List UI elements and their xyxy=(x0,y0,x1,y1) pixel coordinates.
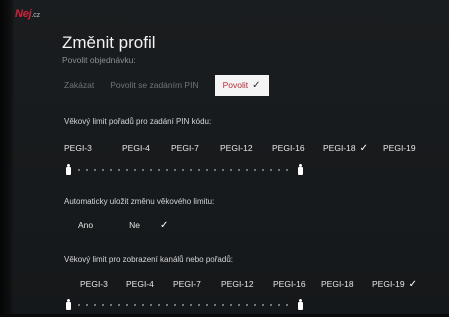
slider-dot xyxy=(126,169,128,171)
slider-dot xyxy=(126,304,128,306)
auto-save-label: Automaticky uložit změnu věkového limitu… xyxy=(64,197,215,206)
display-pegi-7[interactable]: PEGI-7 xyxy=(173,279,201,289)
auto-save-options: Ano Ne ✓ xyxy=(78,220,204,231)
slider-dot xyxy=(246,304,248,306)
option-allow[interactable]: Povolit ✓ xyxy=(214,74,269,96)
check-icon: ✓ xyxy=(359,143,368,154)
tv-bezel xyxy=(0,0,14,317)
display-age-limit-slider[interactable] xyxy=(64,299,304,311)
nej-logo: Nej.cz xyxy=(15,8,40,20)
slider-dot xyxy=(206,169,208,171)
slider-dot xyxy=(158,304,160,306)
slider-dot xyxy=(222,169,224,171)
slider-dot xyxy=(102,304,104,306)
display-pegi-12[interactable]: PEGI-12 xyxy=(221,279,254,289)
pin-pegi-18[interactable]: PEGI-18 ✓ xyxy=(323,143,368,154)
slider-dot xyxy=(286,169,288,171)
slider-dot xyxy=(206,304,208,306)
slider-dot xyxy=(262,304,264,306)
slider-dot xyxy=(166,304,168,306)
slider-dot xyxy=(230,169,232,171)
slider-start-person-icon xyxy=(66,299,71,310)
slider-dot xyxy=(190,169,192,171)
slider-dot xyxy=(238,169,240,171)
check-icon: ✓ xyxy=(252,79,261,91)
auto-save-no[interactable]: Ne ✓ xyxy=(129,220,186,231)
slider-dot xyxy=(134,169,136,171)
slider-dot xyxy=(262,169,264,171)
option-allow-with-pin[interactable]: Povolit se zadáním PIN xyxy=(110,80,198,90)
slider-dot xyxy=(118,304,120,306)
slider-dot xyxy=(118,169,120,171)
auto-save-yes[interactable]: Ano xyxy=(78,220,111,230)
display-pegi-19[interactable]: PEGI-19 ✓ xyxy=(372,279,417,290)
pin-pegi-7[interactable]: PEGI-7 xyxy=(171,143,199,153)
pin-age-limit-label: Věkový limit pořadů pro zadání PIN kódu: xyxy=(64,117,212,126)
display-pegi-4[interactable]: PEGI-4 xyxy=(126,279,154,289)
slider-dot xyxy=(182,304,184,306)
order-permission-label: Povolit objednávku: xyxy=(62,55,136,65)
slider-dot xyxy=(86,169,88,171)
slider-dot xyxy=(110,304,112,306)
display-pegi-18[interactable]: PEGI-18 xyxy=(321,279,354,289)
slider-dot xyxy=(198,169,200,171)
slider-dot xyxy=(78,304,80,306)
slider-dot xyxy=(278,169,280,171)
slider-dot xyxy=(150,304,152,306)
order-options: Zakázat Povolit se zadáním PIN Povolit ✓ xyxy=(64,74,269,96)
pin-pegi-3[interactable]: PEGI-3 xyxy=(64,143,92,153)
slider-dot xyxy=(134,304,136,306)
slider-handle-person-icon[interactable] xyxy=(298,299,303,310)
slider-dot xyxy=(94,304,96,306)
slider-dot xyxy=(278,304,280,306)
slider-dot xyxy=(254,304,256,306)
slider-dot xyxy=(230,304,232,306)
slider-dot xyxy=(142,169,144,171)
slider-dot xyxy=(270,304,272,306)
slider-dot xyxy=(238,304,240,306)
slider-dot xyxy=(78,169,80,171)
pin-pegi-4[interactable]: PEGI-4 xyxy=(122,143,150,153)
slider-dot xyxy=(174,304,176,306)
slider-dot xyxy=(182,169,184,171)
profile-screen: Nej.cz Změnit profil Povolit objednávku:… xyxy=(0,0,449,317)
slider-dot xyxy=(286,304,288,306)
slider-start-person-icon xyxy=(66,164,71,175)
slider-dot xyxy=(270,169,272,171)
pin-pegi-16[interactable]: PEGI-16 xyxy=(272,143,305,153)
slider-dot xyxy=(198,304,200,306)
slider-dot xyxy=(158,169,160,171)
slider-dot xyxy=(222,304,224,306)
slider-dot xyxy=(102,169,104,171)
check-icon: ✓ xyxy=(160,220,169,231)
slider-handle-person-icon[interactable] xyxy=(298,164,303,175)
display-age-limit-label: Věkový limit pro zobrazení kanálů nebo p… xyxy=(64,255,233,264)
slider-dot xyxy=(174,169,176,171)
pin-pegi-12[interactable]: PEGI-12 xyxy=(220,143,253,153)
slider-dot xyxy=(94,169,96,171)
pin-age-limit-options: PEGI-3 PEGI-4 PEGI-7 PEGI-12 PEGI-16 PEG… xyxy=(64,143,424,157)
slider-dot xyxy=(110,169,112,171)
slider-dot xyxy=(214,304,216,306)
pin-pegi-19[interactable]: PEGI-19 xyxy=(383,143,416,153)
slider-dot xyxy=(142,304,144,306)
slider-dot xyxy=(254,169,256,171)
slider-dot xyxy=(214,169,216,171)
display-pegi-16[interactable]: PEGI-16 xyxy=(273,279,306,289)
page-title: Změnit profil xyxy=(62,33,156,52)
check-icon: ✓ xyxy=(408,279,417,290)
pin-age-limit-slider[interactable] xyxy=(64,164,304,176)
slider-dot xyxy=(246,169,248,171)
slider-dot xyxy=(86,304,88,306)
slider-dot xyxy=(150,169,152,171)
slider-dot xyxy=(166,169,168,171)
display-pegi-3[interactable]: PEGI-3 xyxy=(80,279,108,289)
option-disable[interactable]: Zakázat xyxy=(64,80,94,90)
slider-dot xyxy=(190,304,192,306)
display-age-limit-options: PEGI-3 PEGI-4 PEGI-7 PEGI-12 PEGI-16 PEG… xyxy=(80,279,430,293)
